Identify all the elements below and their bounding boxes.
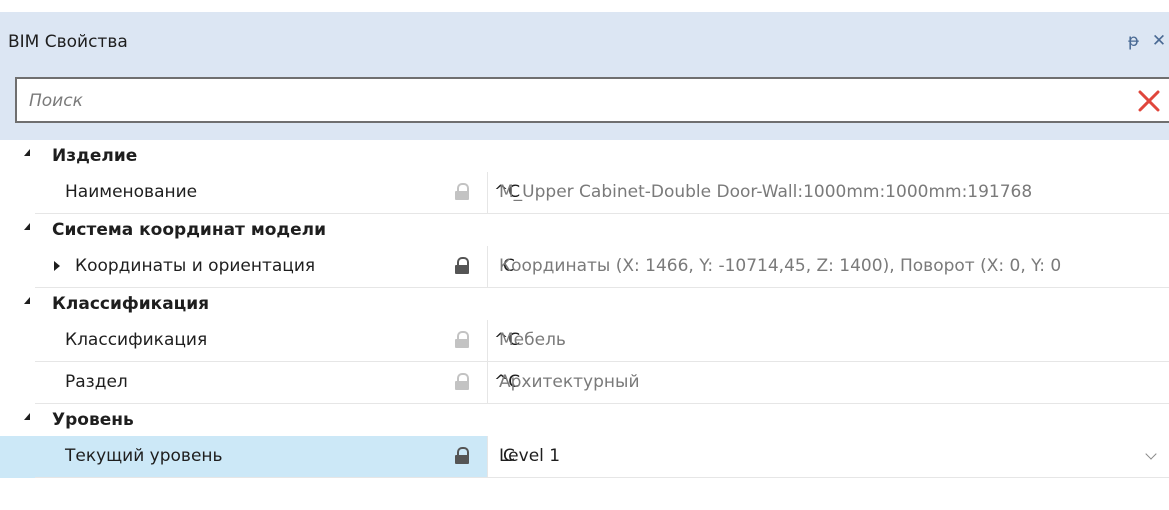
property-value-cell[interactable]: Координаты (X: 1466, Y: -10714,45, Z: 14… bbox=[487, 246, 1169, 287]
chevron-down-icon[interactable] bbox=[1145, 448, 1157, 460]
property-row-name[interactable]: Наименование ^C M_Upper Cabinet-Double D… bbox=[0, 172, 1169, 214]
clear-search-icon[interactable] bbox=[1134, 86, 1164, 116]
property-value: Мебель bbox=[499, 330, 566, 350]
collapse-arrow-icon[interactable] bbox=[24, 297, 30, 304]
row-gutter bbox=[0, 362, 35, 404]
collapse-arrow-icon[interactable] bbox=[24, 413, 30, 420]
group-header-coordinates[interactable]: Система координат модели bbox=[0, 214, 1169, 246]
property-value-cell[interactable]: Мебель bbox=[487, 320, 1169, 361]
group-label: Уровень bbox=[52, 410, 134, 430]
property-value-cell[interactable]: M_Upper Cabinet-Double Door-Wall:1000mm:… bbox=[487, 172, 1169, 213]
search-input[interactable] bbox=[17, 79, 1131, 123]
property-name: Координаты и ориентация bbox=[75, 256, 316, 276]
lock-icon bbox=[455, 373, 469, 390]
property-name-cell: Координаты и ориентация C bbox=[35, 246, 515, 287]
property-name-cell: Наименование ^C bbox=[35, 172, 520, 213]
row-gutter bbox=[0, 246, 35, 288]
group-header-item[interactable]: Изделие bbox=[0, 140, 1169, 172]
collapse-arrow-icon[interactable] bbox=[24, 223, 30, 230]
collapse-arrow-icon[interactable] bbox=[24, 149, 30, 156]
group-header-level[interactable]: Уровень bbox=[0, 404, 1169, 436]
group-header-classification[interactable]: Классификация bbox=[0, 288, 1169, 320]
pin-icon[interactable]: ᵽ bbox=[1124, 31, 1144, 51]
property-value: M_Upper Cabinet-Double Door-Wall:1000mm:… bbox=[499, 182, 1033, 202]
property-row-section[interactable]: Раздел ^C Архитектурный bbox=[0, 362, 1169, 404]
property-row-classification[interactable]: Классификация ^C Мебель bbox=[0, 320, 1169, 362]
property-name-cell: Классификация ^C bbox=[35, 320, 520, 361]
property-name: Наименование bbox=[65, 182, 198, 202]
row-gutter bbox=[0, 320, 35, 362]
property-value: Level 1 bbox=[499, 446, 561, 466]
group-label: Изделие bbox=[52, 146, 138, 166]
panel-title: BIM Свойства bbox=[8, 32, 128, 52]
property-name: Классификация bbox=[65, 330, 208, 350]
lock-icon bbox=[455, 447, 469, 464]
level-dropdown[interactable]: Level 1 bbox=[487, 436, 1169, 477]
property-value-cell[interactable]: Архитектурный bbox=[487, 362, 1169, 403]
search-bar bbox=[0, 64, 1169, 140]
property-row-current-level[interactable]: Текущий уровень C Level 1 bbox=[0, 436, 1169, 478]
lock-icon bbox=[455, 257, 469, 274]
property-row-coordinates[interactable]: Координаты и ориентация C Координаты (X:… bbox=[0, 246, 1169, 288]
group-label: Классификация bbox=[52, 294, 210, 314]
property-name-cell: Текущий уровень C bbox=[35, 436, 515, 477]
group-label: Система координат модели bbox=[52, 220, 327, 240]
property-value: Координаты (X: 1466, Y: -10714,45, Z: 14… bbox=[499, 256, 1062, 276]
property-name: Текущий уровень bbox=[65, 446, 223, 466]
property-name-cell: Раздел ^C bbox=[35, 362, 520, 403]
window-controls: ᵽ ✕ bbox=[1124, 31, 1169, 53]
row-gutter bbox=[0, 172, 35, 214]
property-grid: Изделие Наименование ^C M_Upper Cabinet-… bbox=[0, 140, 1169, 478]
search-box bbox=[15, 77, 1169, 123]
property-value: Архитектурный bbox=[499, 372, 640, 392]
panel-title-bar: BIM Свойства ᵽ ✕ bbox=[0, 0, 1169, 64]
property-name: Раздел bbox=[65, 372, 128, 392]
lock-icon bbox=[455, 183, 469, 200]
expand-arrow-icon[interactable] bbox=[54, 261, 60, 271]
row-gutter bbox=[0, 436, 35, 478]
lock-icon bbox=[455, 331, 469, 348]
close-icon[interactable]: ✕ bbox=[1149, 31, 1169, 51]
